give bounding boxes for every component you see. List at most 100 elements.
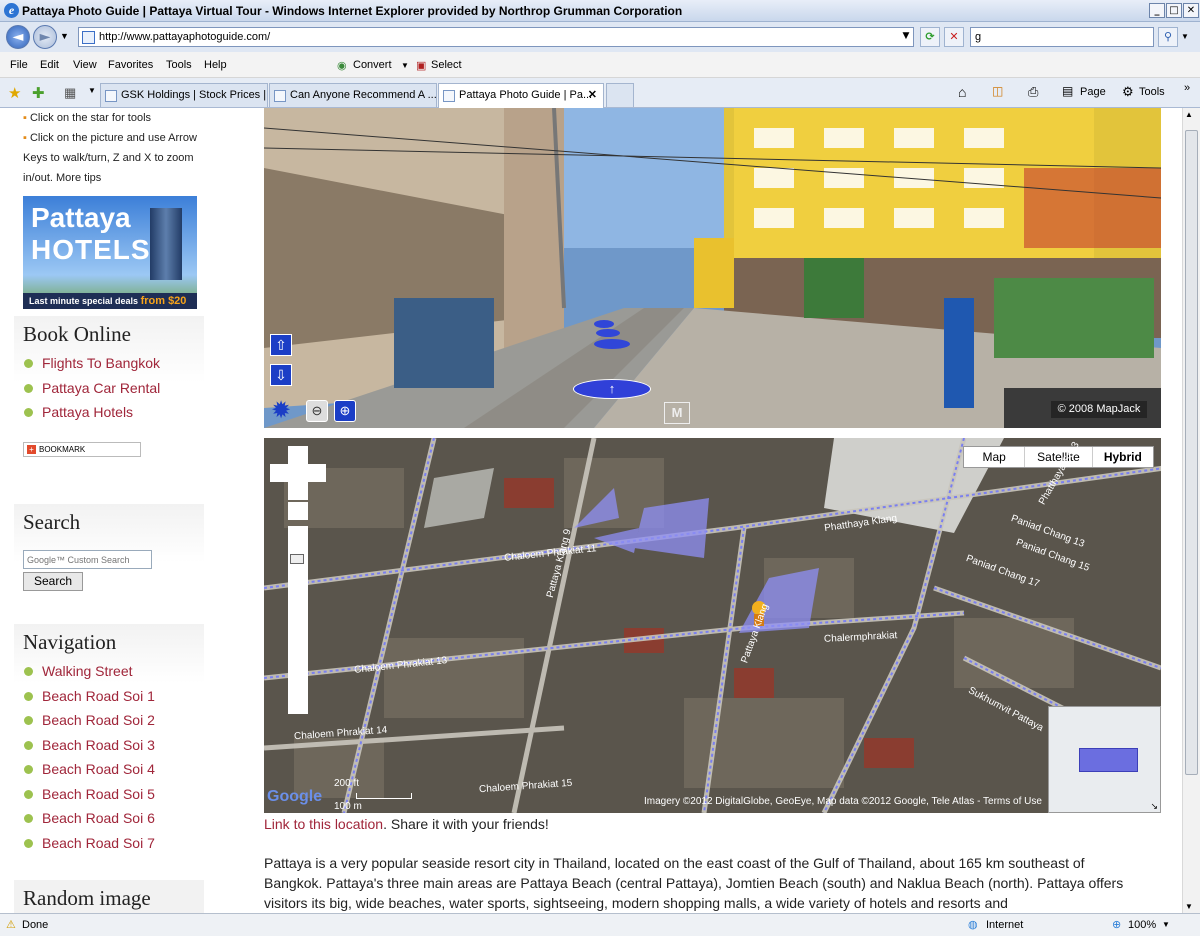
intro-paragraph: Pattaya is a very popular seaside resort…: [264, 855, 1124, 911]
map-zoom-in-icon[interactable]: [288, 502, 308, 520]
new-tab-button[interactable]: [606, 83, 634, 107]
nav-beach-road-soi-7[interactable]: Beach Road Soi 7: [23, 833, 204, 858]
close-window-button[interactable]: ✕: [1183, 3, 1199, 18]
pan-right-icon[interactable]: [308, 464, 326, 482]
street-panorama[interactable]: ↑ ⇧ ⇩ ✹ ⊖ ⊕ M © 2008 MapJack: [264, 108, 1161, 428]
scroll-up-icon[interactable]: ▲: [1185, 110, 1193, 119]
home-icon[interactable]: ⌂: [958, 84, 966, 100]
menu-favorites[interactable]: Favorites: [108, 59, 153, 71]
zoom-slider-handle[interactable]: [290, 554, 304, 564]
scale-bar: [356, 793, 412, 799]
menu-edit[interactable]: Edit: [40, 59, 59, 71]
menu-file[interactable]: File: [10, 59, 28, 71]
menu-help[interactable]: Help: [204, 59, 227, 71]
tools-menu-button[interactable]: Tools: [1139, 86, 1165, 98]
main-content: Link to this location. Share it with you…: [264, 813, 1182, 913]
nav-beach-road-soi-5[interactable]: Beach Road Soi 5: [23, 784, 204, 809]
print-icon[interactable]: ⎙: [1028, 84, 1038, 100]
forward-button[interactable]: ►: [33, 25, 57, 49]
nav-beach-road-soi-3[interactable]: Beach Road Soi 3: [23, 735, 204, 760]
zoom-dropdown-icon[interactable]: ▼: [1162, 920, 1170, 929]
menu-tools[interactable]: Tools: [166, 59, 192, 71]
scroll-thumb[interactable]: [1185, 130, 1198, 775]
tab-gsk[interactable]: GSK Holdings | Stock Prices | ...: [100, 83, 268, 107]
zoom-in-icon[interactable]: ⊕: [334, 400, 356, 422]
zoom-level[interactable]: 100%: [1128, 919, 1156, 931]
tab-list-dropdown-icon[interactable]: ▼: [88, 86, 96, 95]
refresh-icon[interactable]: ⟳: [920, 27, 940, 47]
page-scrollbar[interactable]: ▲ ▼: [1182, 108, 1200, 913]
nav-walking-street[interactable]: Walking Street: [23, 661, 204, 686]
book-online-box: Book Online Flights To Bangkok Pattaya C…: [14, 316, 204, 482]
address-dropdown-icon[interactable]: ▼: [898, 27, 914, 47]
history-dropdown-icon[interactable]: ▼: [60, 31, 69, 41]
pan-down-icon[interactable]: [288, 482, 308, 500]
custom-search-input[interactable]: [23, 550, 152, 569]
step-down-icon[interactable]: ⇩: [270, 364, 292, 386]
search-go-icon[interactable]: ⚲: [1158, 27, 1178, 47]
nav-beach-road-soi-2[interactable]: Beach Road Soi 2: [23, 710, 204, 735]
sidebar: ▪ Click on the star for tools ▪ Click on…: [14, 108, 204, 913]
overview-toggle-icon[interactable]: ↘: [1150, 801, 1158, 812]
page-menu-button[interactable]: Page: [1080, 86, 1106, 98]
tab-recommend[interactable]: Can Anyone Recommend A ...: [269, 83, 437, 107]
panorama-image: [264, 108, 1161, 428]
bookmark-plus-icon: +: [27, 445, 36, 454]
select-button[interactable]: Select: [431, 59, 462, 71]
navigation-box: Navigation Walking Street Beach Road Soi…: [14, 624, 204, 860]
map-zoom-out-icon[interactable]: [288, 696, 308, 714]
zoom-slider-track[interactable]: [288, 526, 308, 696]
nav-beach-road-soi-1[interactable]: Beach Road Soi 1: [23, 686, 204, 711]
address-bar[interactable]: http://www.pattayaphotoguide.com/: [78, 27, 914, 47]
satellite-map[interactable]: Map Satellite Hybrid Chaloem Phrakiat 11…: [264, 438, 1161, 813]
link-car-rental[interactable]: Pattaya Car Rental: [23, 378, 204, 403]
convert-button[interactable]: Convert: [353, 59, 392, 71]
pan-up-icon[interactable]: [288, 446, 308, 464]
close-tab-icon[interactable]: ✕: [588, 88, 597, 101]
map-attribution: Imagery ©2012 DigitalGlobe, GeoEye, Map …: [644, 796, 1042, 807]
hotels-banner[interactable]: Pattaya HOTELS Last minute special deals…: [23, 196, 197, 309]
banner-title-hotels: HOTELS: [31, 234, 151, 265]
minimize-button[interactable]: _: [1149, 3, 1165, 18]
map-type-hybrid-button[interactable]: Hybrid: [1093, 447, 1153, 467]
maximize-button[interactable]: □: [1166, 3, 1182, 18]
link-pattaya-hotels[interactable]: Pattaya Hotels: [23, 402, 204, 427]
globe-icon: ◍: [968, 919, 978, 931]
random-image-heading: Random image: [23, 886, 151, 910]
overview-map[interactable]: ↘: [1048, 706, 1161, 813]
step-up-icon[interactable]: ⇧: [270, 334, 292, 356]
random-image-box: Random image: [14, 880, 204, 913]
walk-forward-arrow-icon[interactable]: ↑: [573, 379, 651, 399]
search-input[interactable]: g: [970, 27, 1154, 47]
google-logo: Google: [267, 788, 323, 805]
add-favorites-icon[interactable]: ✚: [32, 84, 45, 102]
chevron-more-icon[interactable]: »: [1184, 82, 1190, 94]
tools-star-icon[interactable]: ✹: [268, 398, 294, 424]
zoom-out-icon[interactable]: ⊖: [306, 400, 328, 422]
quick-tabs-icon[interactable]: ▦: [64, 85, 76, 101]
search-button[interactable]: Search: [23, 572, 83, 591]
convert-dropdown-icon[interactable]: ▼: [401, 61, 409, 70]
nav-beach-road-soi-4[interactable]: Beach Road Soi 4: [23, 759, 204, 784]
link-flights-bangkok[interactable]: Flights To Bangkok: [23, 353, 204, 378]
status-text: Done: [22, 919, 49, 931]
tools-gear-icon: ⚙: [1122, 84, 1134, 99]
tab-pattaya[interactable]: Pattaya Photo Guide | Pa... ✕: [438, 83, 604, 108]
map-type-map-button[interactable]: Map: [964, 447, 1026, 467]
menu-bar: File Edit View Favorites Tools Help ◉ Co…: [0, 52, 1200, 78]
pan-left-icon[interactable]: [270, 464, 288, 482]
search-options-icon[interactable]: ▼: [1181, 32, 1189, 41]
feeds-icon[interactable]: ◫: [992, 84, 1003, 98]
nav-beach-road-soi-6[interactable]: Beach Road Soi 6: [23, 808, 204, 833]
scroll-down-icon[interactable]: ▼: [1185, 902, 1193, 911]
window-titlebar: e Pattaya Photo Guide | Pattaya Virtual …: [0, 0, 1200, 22]
stop-icon[interactable]: ✕: [944, 27, 964, 47]
pan-center-icon[interactable]: [288, 464, 308, 482]
bookmark-button[interactable]: + BOOKMARK: [23, 442, 141, 457]
link-to-location[interactable]: Link to this location: [264, 816, 383, 832]
menu-view[interactable]: View: [73, 59, 97, 71]
overview-viewport-box[interactable]: [1079, 748, 1138, 772]
ie-logo-icon: e: [4, 3, 19, 18]
back-button[interactable]: ◄: [6, 25, 30, 49]
favorites-star-icon[interactable]: ★: [8, 84, 21, 102]
